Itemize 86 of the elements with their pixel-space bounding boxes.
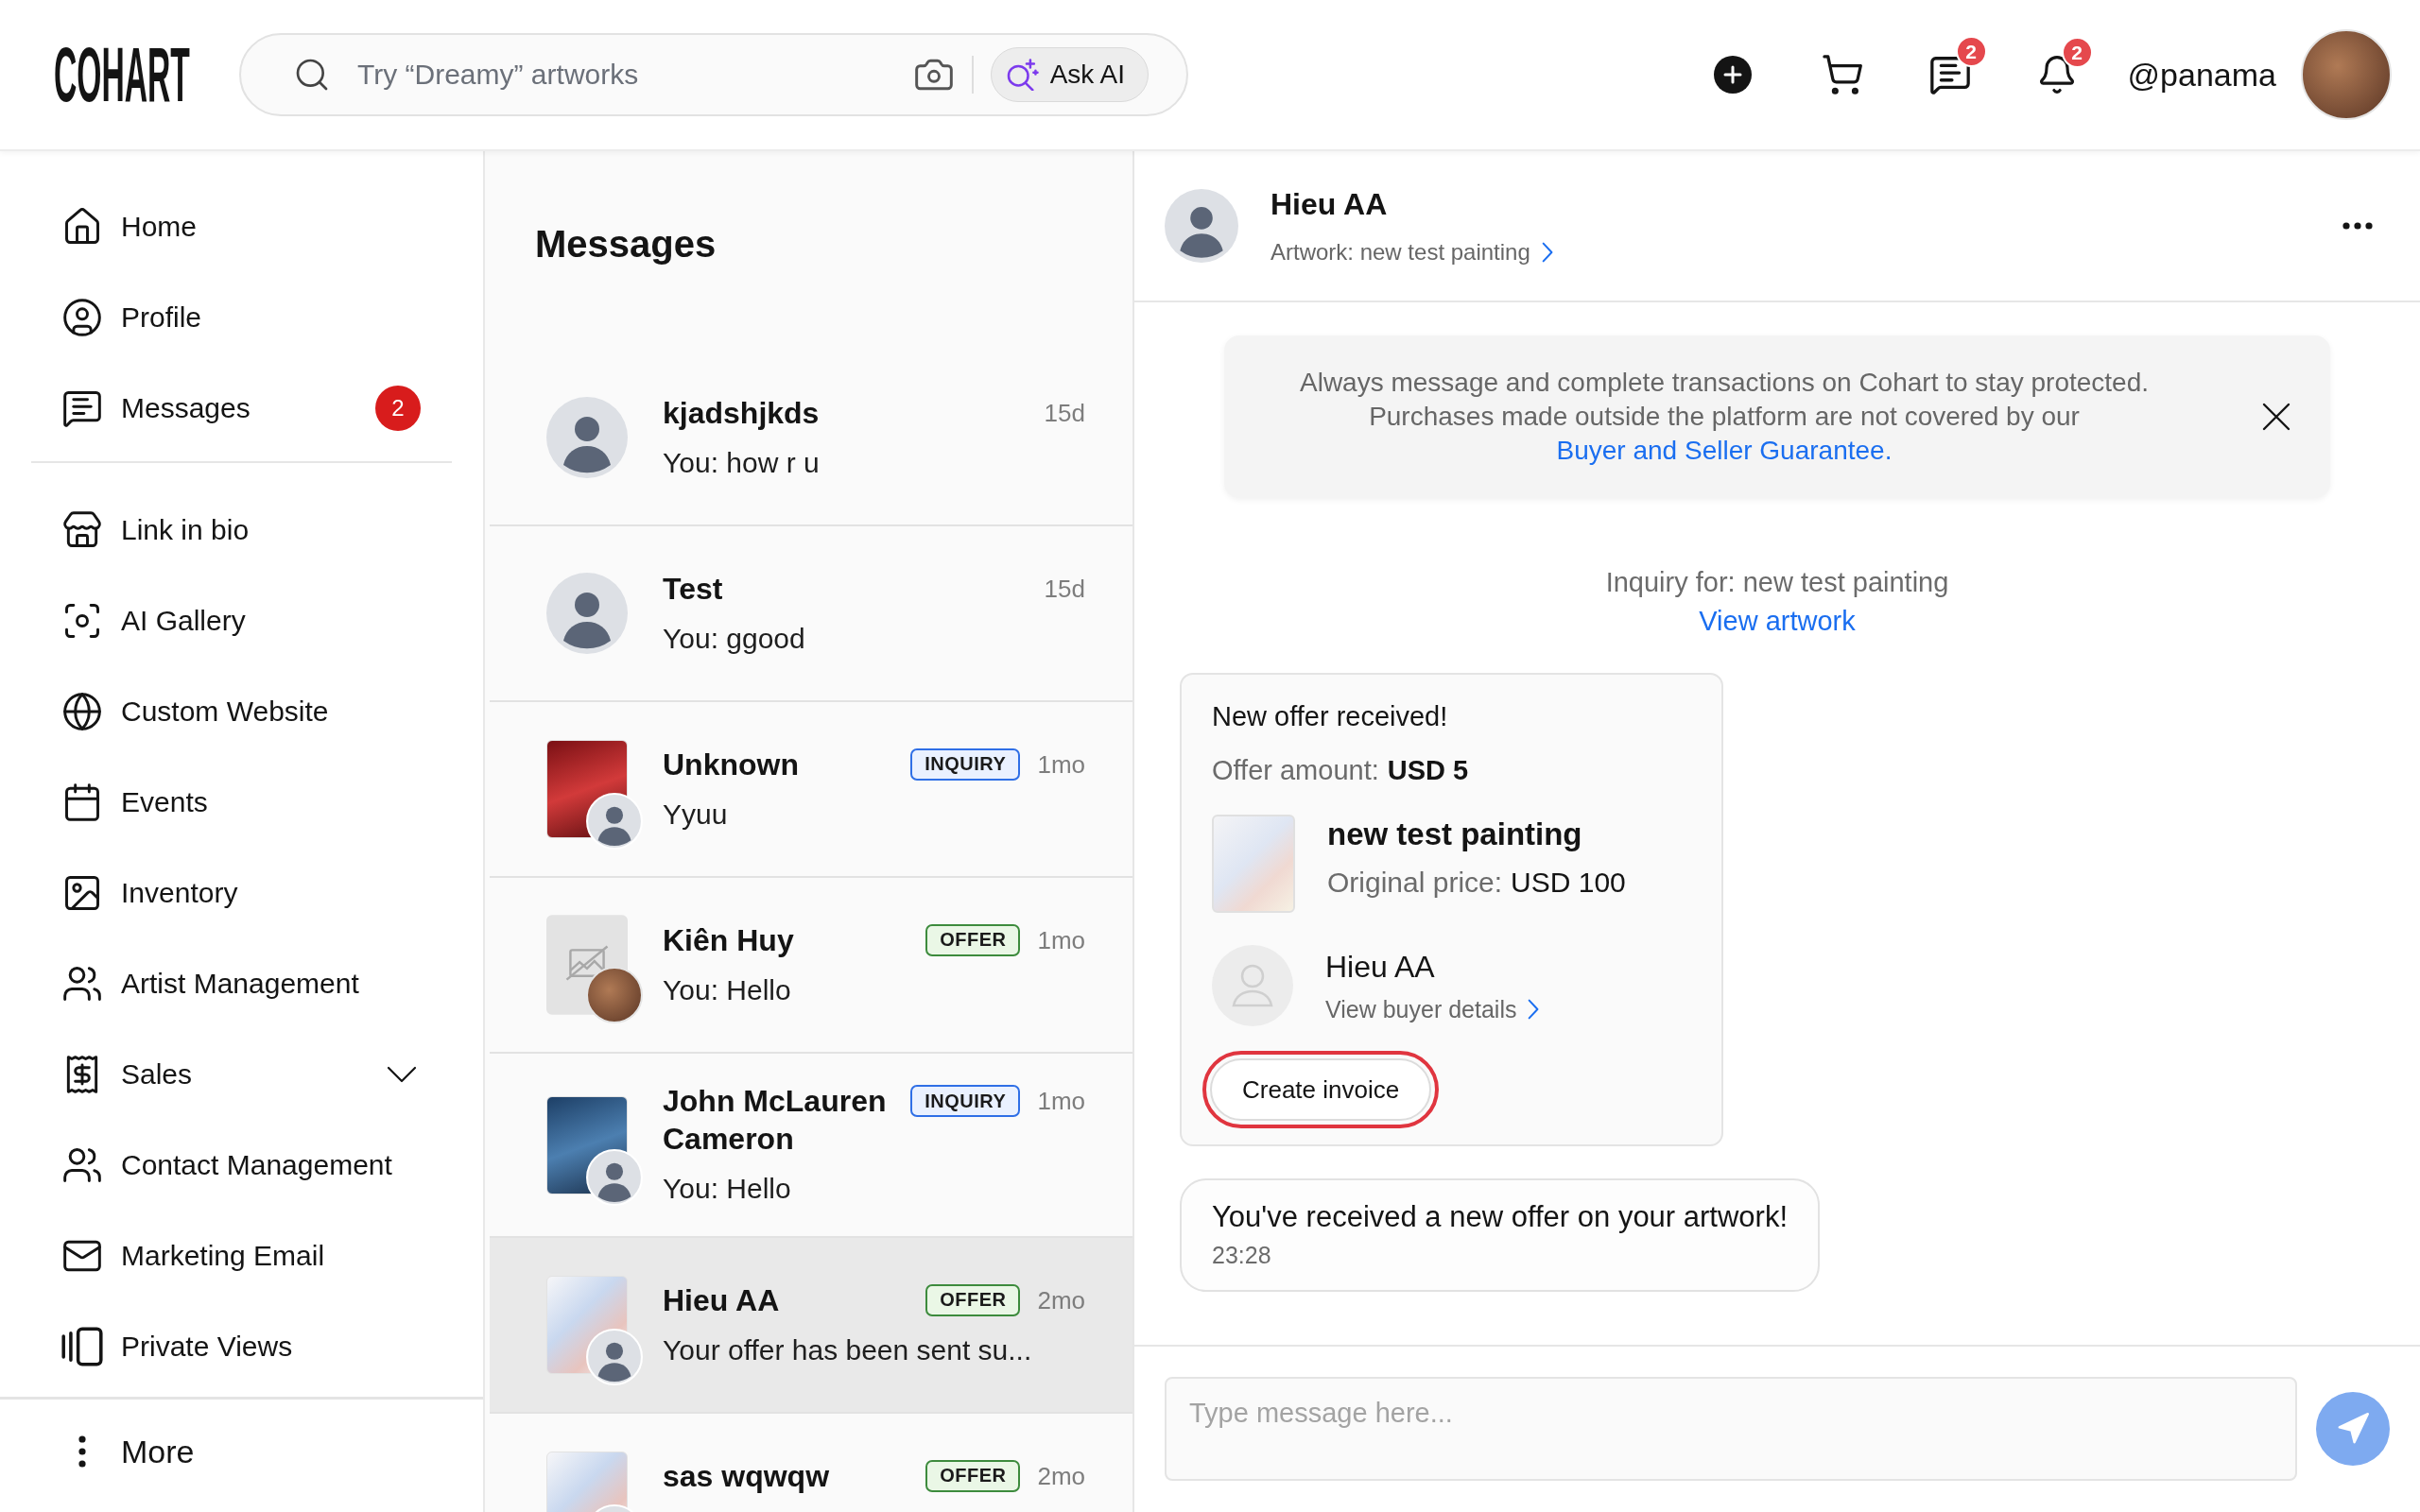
time-label: 2mo [1037, 1460, 1085, 1492]
create-invoice-button[interactable]: Create invoice [1210, 1058, 1432, 1121]
username-label[interactable]: @panama [2127, 56, 2276, 94]
message-preview: You: ggood [663, 621, 805, 656]
contact-name: Kiên Huy [663, 921, 794, 959]
offer-amount-value: USD 5 [1387, 754, 1469, 787]
ask-ai-button[interactable]: Ask AI [990, 47, 1149, 102]
more-vertical-icon [78, 1435, 86, 1468]
cards-icon [61, 1326, 103, 1367]
count-badge: 2 [375, 386, 421, 431]
time-label: 1mo [1037, 924, 1085, 956]
sidebar-item[interactable]: Profile [0, 272, 483, 363]
search-field[interactable]: Try “Dreamy” artworks Ask AI [239, 33, 1188, 116]
message-text: You've received a new offer on your artwork! [1212, 1199, 1789, 1235]
sparkle-search-icon [1006, 59, 1039, 91]
message-preview: Yyuu [663, 797, 728, 832]
artwork-link[interactable]: Artwork: new test painting [1270, 238, 1553, 266]
buyer-details-link[interactable]: View buyer details [1325, 995, 1540, 1023]
sidebar-item[interactable]: Inventory [0, 848, 483, 938]
sidebar-item[interactable]: Private Views [0, 1301, 483, 1392]
offer-title: New offer received! [1212, 700, 1448, 733]
contact-name: Hieu AA [663, 1281, 780, 1319]
chevron-down-icon[interactable] [387, 1066, 417, 1083]
more-icon[interactable] [2342, 222, 2373, 230]
user-circle-icon [61, 297, 103, 338]
user-avatar-icon [1212, 945, 1293, 1026]
user-avatar-icon [586, 1329, 643, 1385]
sidebar-item[interactable]: Contact Management [0, 1120, 483, 1211]
status-tag: INQUIRY [910, 747, 1021, 781]
sidebar-item[interactable]: Home [0, 181, 483, 272]
sidebar-item[interactable]: Artist Management [0, 938, 483, 1029]
user-avatar-icon [1165, 189, 1238, 263]
sidebar-item[interactable]: Messages 2 [0, 363, 483, 454]
time-label: 2mo [1037, 1284, 1085, 1316]
plus-circle-icon[interactable] [1713, 56, 1752, 94]
inquiry-text: Inquiry for: new test painting [1605, 566, 1949, 599]
message-preview: Your offer has been sent su... [663, 1332, 1032, 1367]
conversation-row[interactable]: Hieu AA OFFER 2mo Your offer has been sent su... [490, 1238, 1132, 1414]
notice-text: Always message and complete transactions on Cohart to stay protected. Purchases made outside the platform are not covered by our Buyer and Seller Guarantee. [1299, 367, 2150, 467]
status-tag: INQUIRY [910, 1085, 1021, 1117]
user-avatar-icon [546, 397, 628, 478]
message-preview: You: Hello [663, 972, 791, 1007]
price-label: Original price: [1327, 866, 1503, 900]
user-avatar-icon [546, 573, 628, 654]
user-avatar-icon [586, 1148, 643, 1206]
sidebar-item[interactable]: Link in bio [0, 485, 483, 576]
cart-icon[interactable] [1820, 53, 1864, 96]
contact-name: Unknown [663, 746, 799, 783]
status-tag: OFFER [925, 923, 1021, 956]
time-label: 15d [1044, 397, 1085, 429]
time-label: 1mo [1037, 748, 1085, 781]
time-label: 15d [1044, 573, 1085, 605]
price-value: USD 100 [1511, 866, 1626, 900]
guarantee-link[interactable]: Buyer and Seller Guarantee. [1556, 436, 1893, 465]
close-icon[interactable] [2262, 403, 2290, 431]
sidebar-item[interactable]: AI Gallery [0, 576, 483, 666]
globe-icon [61, 691, 103, 732]
chevron-right-icon [1528, 999, 1540, 1020]
chevron-right-icon [1541, 242, 1553, 263]
sidebar-item[interactable]: Custom Website [0, 666, 483, 757]
message-time: 23:28 [1212, 1241, 1271, 1270]
time-label: 1mo [1037, 1086, 1085, 1117]
count-badge: 2 [2061, 37, 2093, 68]
sidebar-item[interactable]: Marketing Email [0, 1211, 483, 1301]
user-avatar-icon [586, 793, 643, 850]
messages-title: Messages [535, 222, 717, 266]
message-preview: You: how r u [663, 445, 820, 480]
sidebar-item[interactable]: More [0, 1406, 483, 1497]
view-artwork-link[interactable]: View artwork [1699, 601, 1856, 641]
count-badge: 2 [1955, 36, 1987, 67]
offer-amount-label: Offer amount: [1212, 754, 1379, 787]
sidebar-item[interactable]: Events [0, 757, 483, 848]
message-preview: You: Hello [663, 1172, 791, 1206]
buyer-name: Hieu AA [1325, 949, 1435, 986]
contact-name: kjadshjkds [663, 394, 820, 432]
contact-name: Test [663, 570, 723, 608]
status-tag: OFFER [925, 1459, 1021, 1492]
contact-name: John McLauren Cameron [663, 1083, 888, 1158]
contact-name: Hieu AA [1270, 186, 1388, 223]
message-field[interactable]: Type message here... [1165, 1377, 2297, 1481]
sidebar-item[interactable]: Sales [0, 1029, 483, 1120]
cohart-logo[interactable]: COHART [54, 45, 190, 104]
contact-name: sas wqwqw [663, 1457, 830, 1495]
status-tag: OFFER [925, 1283, 1021, 1316]
avatar-photo [586, 967, 643, 1023]
artwork-title: new test painting [1327, 816, 1582, 853]
